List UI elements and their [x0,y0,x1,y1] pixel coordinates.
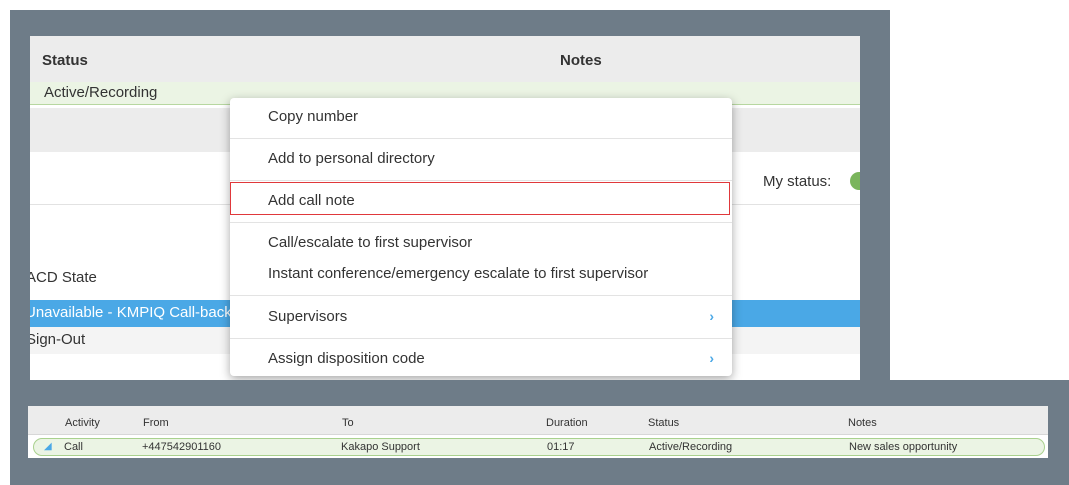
header-notes[interactable]: Notes [848,417,877,429]
phone-wave-icon: ◢ [44,441,52,452]
cell-to: Kakapo Support [341,441,420,453]
status-dot-icon[interactable] [850,172,860,190]
menu-item-label: Add call note [268,192,355,209]
header-activity[interactable]: Activity [65,417,100,429]
menu-divider [230,295,732,296]
activity-table-header: Activity From To Duration Status Notes [28,406,1048,435]
activity-table: Activity From To Duration Status Notes ◢… [28,406,1048,458]
menu-divider [230,338,732,339]
menu-item-label: Instant conference/emergency escalate to… [268,265,649,282]
acd-option-label: Unavailable - KMPIQ Call-back [30,304,232,321]
header-from[interactable]: From [143,417,169,429]
cell-status: Active/Recording [649,441,733,453]
my-status-label: My status: [763,173,832,190]
cell-from: +447542901160 [142,441,222,453]
calls-table-header: Status Notes [30,36,860,83]
menu-divider [230,222,732,223]
cell-notes: New sales opportunity [849,441,958,453]
header-status[interactable]: Status [42,52,88,69]
active-call-status: Active/Recording [44,84,158,101]
acd-state-label: ACD State [30,269,97,286]
menu-divider [230,180,732,181]
chevron-right-icon: › [709,350,714,366]
header-to[interactable]: To [342,417,354,429]
header-status[interactable]: Status [648,417,679,429]
header-duration[interactable]: Duration [546,417,588,429]
acd-option-label: Sign-Out [30,331,86,348]
cell-duration: 01:17 [547,441,575,453]
chevron-right-icon: › [709,308,714,324]
menu-item-label: Copy number [268,108,359,125]
menu-item-label: Supervisors [268,308,348,325]
menu-divider [230,138,732,139]
menu-item-label: Assign disposition code [268,350,425,367]
menu-item-label: Add to personal directory [268,150,435,167]
context-menu: Copy number Add to personal directory Ad… [230,98,732,376]
header-notes[interactable]: Notes [560,52,602,69]
table-row[interactable]: ◢ Call +447542901160 Kakapo Support 01:1… [33,438,1045,456]
cell-activity: Call [64,441,83,453]
menu-item-label: Call/escalate to first supervisor [268,234,473,251]
